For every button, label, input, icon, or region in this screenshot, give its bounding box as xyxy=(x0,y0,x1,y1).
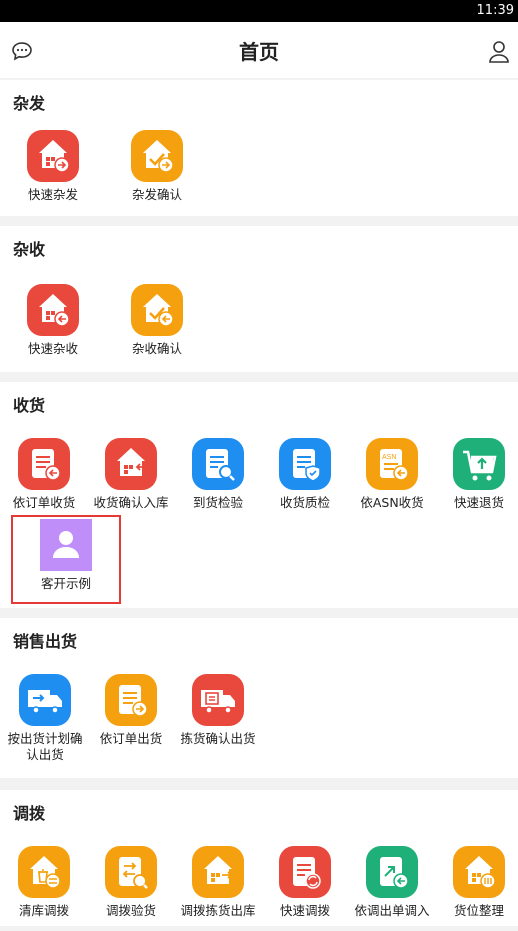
quick-return-icon xyxy=(453,438,505,490)
quick-receipt-icon xyxy=(27,284,79,336)
item-label: 调拨验货 xyxy=(105,903,156,918)
item-label: 快速杂收 xyxy=(27,341,78,356)
quick-return-button[interactable]: 快速退货 xyxy=(436,438,518,511)
receipt-confirm-button[interactable]: 杂收确认 xyxy=(114,284,200,357)
item-label: 客开示例 xyxy=(40,576,91,591)
location-organize-button[interactable]: 货位整理 xyxy=(436,846,518,919)
asn-receive-button[interactable]: ASN 依ASN收货 xyxy=(349,438,435,511)
page-title: 首页 xyxy=(239,40,279,64)
section-diaobo: 调拨 清库调拨 调拨验货 调拨拣货出库 快速调拨 依调出单调入 货位整理 xyxy=(0,790,518,926)
transfer-in-button[interactable]: 依调出单调入 xyxy=(349,846,435,919)
transfer-inspect-icon xyxy=(105,846,157,898)
item-label: 杂发确认 xyxy=(131,187,182,202)
section-shouhuo: 收货 依订单收货 收货确认入库 到货检验 收货质检 ASN 依ASN收货 快速退… xyxy=(0,382,518,608)
section-title: 销售出货 xyxy=(13,632,78,651)
quick-receipt-button[interactable]: 快速杂收 xyxy=(10,284,96,357)
item-label: 拣货确认出货 xyxy=(180,731,256,746)
order-ship-icon xyxy=(105,674,157,726)
transfer-inspect-button[interactable]: 调拨验货 xyxy=(88,846,174,919)
custom-example-button[interactable]: 客开示例 xyxy=(23,519,109,592)
plan-ship-button[interactable]: 按出货计划确认出货 xyxy=(2,674,88,763)
item-label: 依订单出货 xyxy=(99,731,163,746)
item-label: 快速杂发 xyxy=(27,187,78,202)
asn-receive-icon: ASN xyxy=(366,438,418,490)
quality-check-button[interactable]: 收货质检 xyxy=(262,438,348,511)
quick-transfer-icon xyxy=(279,846,331,898)
item-label: 依调出单调入 xyxy=(354,903,430,918)
quick-issue-button[interactable]: 快速杂发 xyxy=(10,130,96,203)
section-title: 收货 xyxy=(13,396,46,415)
quick-issue-icon xyxy=(27,130,79,182)
item-label: 快速调拨 xyxy=(279,903,330,918)
svg-text:ASN: ASN xyxy=(382,454,396,461)
receipt-confirm-icon xyxy=(131,284,183,336)
item-label: 收货质检 xyxy=(279,495,330,510)
custom-example-icon xyxy=(40,519,92,571)
plan-ship-icon xyxy=(19,674,71,726)
transfer-pick-button[interactable]: 调拨拣货出库 xyxy=(175,846,261,919)
transfer-in-icon xyxy=(366,846,418,898)
item-label: 依订单收货 xyxy=(12,495,76,510)
section-zashou: 杂收 快速杂收 杂收确认 xyxy=(0,226,518,372)
pick-ship-icon xyxy=(192,674,244,726)
quick-transfer-button[interactable]: 快速调拨 xyxy=(262,846,348,919)
user-profile-icon[interactable] xyxy=(488,40,510,68)
issue-confirm-button[interactable]: 杂发确认 xyxy=(114,130,200,203)
status-time: 11:39 xyxy=(476,3,514,18)
order-receive-icon xyxy=(18,438,70,490)
section-xiaoshou: 销售出货 按出货计划确认出货 依订单出货 拣货确认出货 xyxy=(0,618,518,778)
receive-confirm-icon xyxy=(105,438,157,490)
section-title: 杂收 xyxy=(13,240,46,259)
item-label: 到货检验 xyxy=(192,495,243,510)
location-organize-icon xyxy=(453,846,505,898)
clear-transfer-icon xyxy=(18,846,70,898)
section-title: 杂发 xyxy=(13,94,46,113)
quality-check-icon xyxy=(279,438,331,490)
pick-ship-button[interactable]: 拣货确认出货 xyxy=(175,674,261,747)
item-label: 货位整理 xyxy=(453,903,504,918)
section-title: 调拨 xyxy=(13,804,46,823)
arrival-inspect-button[interactable]: 到货检验 xyxy=(175,438,261,511)
issue-confirm-icon xyxy=(131,130,183,182)
item-label: 按出货计划确认出货 xyxy=(7,731,83,762)
arrival-inspect-icon xyxy=(192,438,244,490)
item-label: 调拨拣货出库 xyxy=(180,903,256,918)
item-label: 杂收确认 xyxy=(131,341,182,356)
item-label: 依ASN收货 xyxy=(360,495,424,510)
order-ship-button[interactable]: 依订单出货 xyxy=(88,674,174,747)
status-bar: 11:39 xyxy=(0,0,518,22)
transfer-pick-icon xyxy=(192,846,244,898)
section-zafa: 杂发 快速杂发 杂发确认 xyxy=(0,80,518,216)
order-receive-button[interactable]: 依订单收货 xyxy=(1,438,87,511)
app-header: 首页 xyxy=(0,22,518,78)
item-label: 收货确认入库 xyxy=(93,495,169,510)
receive-confirm-button[interactable]: 收货确认入库 xyxy=(88,438,174,511)
item-label: 快速退货 xyxy=(453,495,504,510)
item-label: 清库调拨 xyxy=(18,903,69,918)
clear-transfer-button[interactable]: 清库调拨 xyxy=(1,846,87,919)
